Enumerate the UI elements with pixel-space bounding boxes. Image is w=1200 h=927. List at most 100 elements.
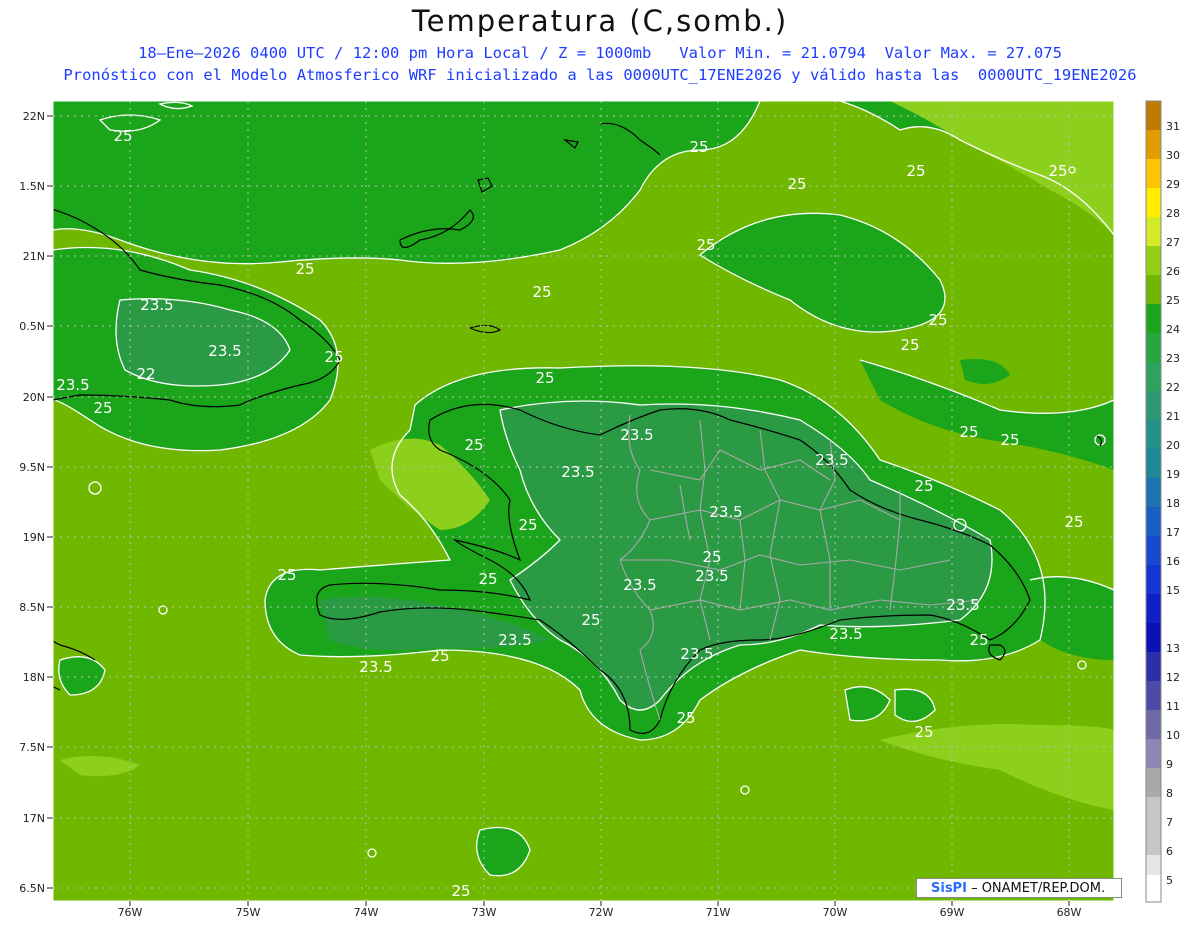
colorbar-label: 15 — [1166, 584, 1180, 597]
lat-label: 21N — [23, 250, 45, 263]
contour-label: 25 — [464, 436, 483, 454]
lat-label: 0.5N — [19, 320, 45, 333]
colorbar-label: 8 — [1166, 787, 1173, 800]
colorbar-label: 25 — [1166, 294, 1180, 307]
colorbar-swatch — [1146, 130, 1161, 159]
colorbar-swatch — [1146, 449, 1161, 478]
colorbar — [1145, 100, 1162, 903]
colorbar-label: 10 — [1166, 729, 1180, 742]
contour-label: 23.5 — [140, 296, 173, 314]
contour-label: 25 — [914, 723, 933, 741]
colorbar-label: 12 — [1166, 671, 1180, 684]
lon-label: 76W — [118, 906, 143, 919]
lon-label: 70W — [823, 906, 848, 919]
contour-label: 25 — [518, 516, 537, 534]
map-field: 25 25 25 25 25 25 25 25 25 23.5 23.5 22 … — [53, 101, 1114, 901]
colorbar-swatch — [1146, 304, 1161, 333]
colorbar-swatch — [1146, 594, 1161, 623]
lon-label: 72W — [589, 906, 614, 919]
contour-label: 25 — [277, 566, 296, 584]
colorbar-swatch — [1146, 739, 1161, 768]
colorbar-swatch — [1146, 797, 1161, 826]
lat-label: 22N — [23, 110, 45, 123]
lon-label: 75W — [236, 906, 261, 919]
lon-label: 73W — [472, 906, 497, 919]
colorbar-label: 11 — [1166, 700, 1180, 713]
colorbar-swatch — [1146, 246, 1161, 275]
lon-label: 68W — [1057, 906, 1082, 919]
contour-label: 25 — [93, 399, 112, 417]
contour-label: 25 — [900, 336, 919, 354]
contour-label: 23.5 — [561, 463, 594, 481]
colorbar-label: 18 — [1166, 497, 1180, 510]
colorbar-swatch — [1146, 826, 1161, 855]
lat-label: 9.5N — [19, 461, 45, 474]
contour-label: 25 — [430, 647, 449, 665]
contour-label: 25 — [1048, 162, 1067, 180]
lat-label: 6.5N — [19, 882, 45, 895]
contour-label: 23.5 — [359, 658, 392, 676]
contour-label: 23.5 — [680, 645, 713, 663]
contour-label: 25 — [451, 882, 470, 900]
contour-label: 25 — [581, 611, 600, 629]
colorbar-swatch — [1146, 101, 1161, 130]
colorbar-swatch — [1146, 681, 1161, 710]
colorbar-label: 30 — [1166, 149, 1180, 162]
colorbar-label: 31 — [1166, 120, 1180, 133]
lat-label: 20N — [23, 391, 45, 404]
temperature-map: 25 25 25 25 25 25 25 25 25 23.5 23.5 22 … — [19, 100, 1180, 919]
colorbar-label: 21 — [1166, 410, 1180, 423]
lat-label: 19N — [23, 531, 45, 544]
colorbar-swatch — [1146, 652, 1161, 681]
colorbar-swatch — [1146, 333, 1161, 362]
contour-label: 25 — [689, 138, 708, 156]
contour-label: 23.5 — [829, 625, 862, 643]
colorbar-label: 24 — [1166, 323, 1180, 336]
colorbar-swatch — [1146, 855, 1161, 875]
colorbar-swatch — [1146, 217, 1161, 246]
lat-label: 1.5N — [19, 180, 45, 193]
contour-label: 25 — [702, 548, 721, 566]
contour-label: 25 — [676, 709, 695, 727]
contour-label: 25 — [787, 175, 806, 193]
contour-label: 23.5 — [498, 631, 531, 649]
lat-label: 17N — [23, 812, 45, 825]
contour-label: 25 — [1000, 431, 1019, 449]
colorbar-labels: 31 30 29 28 27 26 25 24 23 22 21 20 19 1… — [1166, 120, 1180, 887]
colorbar-swatch — [1146, 275, 1161, 304]
colorbar-label: 27 — [1166, 236, 1180, 249]
colorbar-swatch — [1146, 188, 1161, 217]
colorbar-label: 20 — [1166, 439, 1180, 452]
colorbar-label: 16 — [1166, 555, 1180, 568]
colorbar-swatch — [1146, 478, 1161, 507]
colorbar-label: 6 — [1166, 845, 1173, 858]
colorbar-swatch — [1146, 536, 1161, 565]
colorbar-label: 13 — [1166, 642, 1180, 655]
lat-label: 18N — [23, 671, 45, 684]
colorbar-swatch — [1146, 710, 1161, 739]
colorbar-label: 22 — [1166, 381, 1180, 394]
lon-label: 74W — [354, 906, 379, 919]
colorbar-label: 26 — [1166, 265, 1180, 278]
colorbar-swatch — [1146, 623, 1161, 652]
lat-label: 7.5N — [19, 741, 45, 754]
contour-label: 23.5 — [709, 503, 742, 521]
latitude-ticks — [47, 115, 53, 889]
colorbar-label: 5 — [1166, 874, 1173, 887]
contour-label: 23.5 — [208, 342, 241, 360]
colorbar-label: 17 — [1166, 526, 1180, 539]
colorbar-swatch — [1146, 565, 1161, 594]
colorbar-label: 28 — [1166, 207, 1180, 220]
credit-box: SisPI – ONAMET/REP.DOM. — [916, 878, 1122, 898]
contour-label: 22 — [136, 365, 155, 383]
lon-label: 69W — [940, 906, 965, 919]
contour-label: 25 — [478, 570, 497, 588]
colorbar-label: 19 — [1166, 468, 1180, 481]
colorbar-label: 7 — [1166, 816, 1173, 829]
latitude-axis: 22N 1.5N 21N 0.5N 20N 9.5N 19N 8.5N 18N … — [19, 110, 45, 895]
contour-label: 25 — [906, 162, 925, 180]
colorbar-swatch — [1146, 159, 1161, 188]
contour-label: 23.5 — [815, 451, 848, 469]
contour-label: 23.5 — [946, 596, 979, 614]
longitude-axis: 76W 75W 74W 73W 72W 71W 70W 69W 68W — [118, 906, 1082, 919]
